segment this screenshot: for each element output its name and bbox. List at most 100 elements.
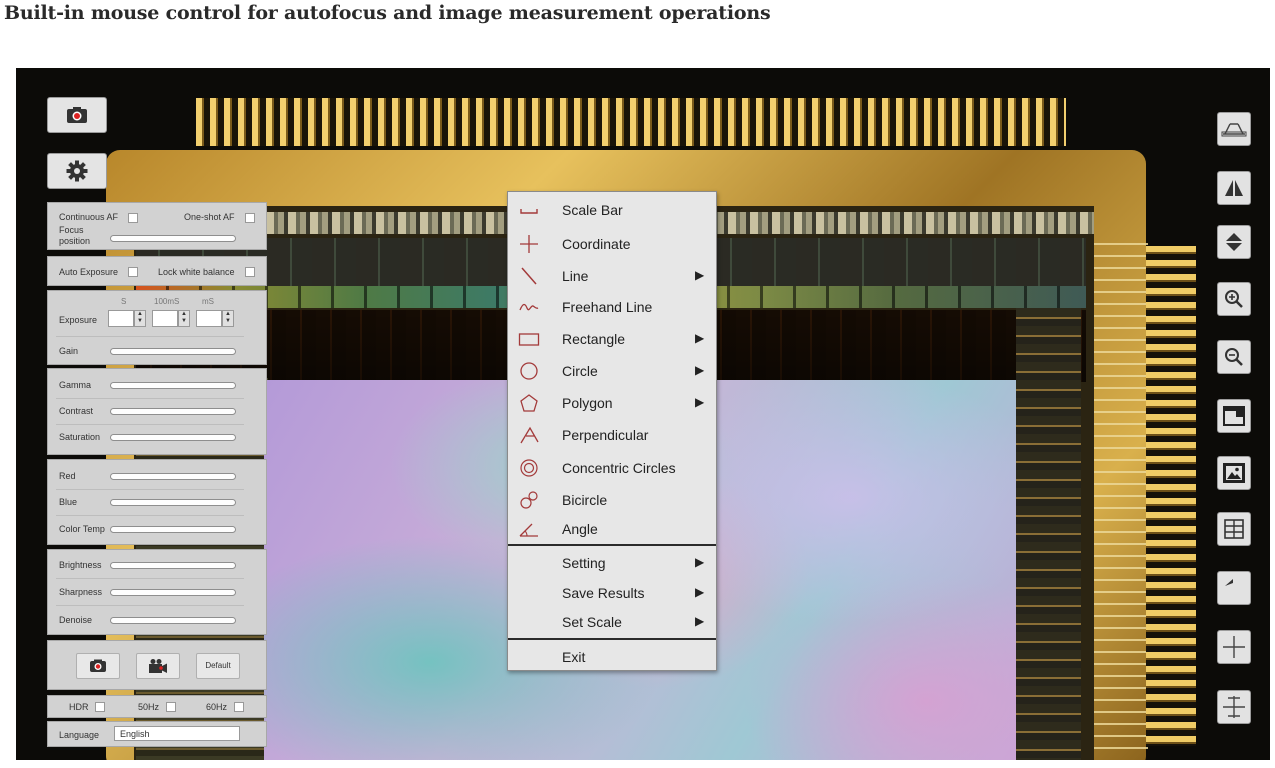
- blue-label: Blue: [59, 497, 78, 507]
- settings-button[interactable]: [47, 153, 107, 189]
- color-temp-label: Color Temp: [59, 524, 105, 534]
- window-button[interactable]: [1217, 399, 1251, 433]
- exposure-ms-input[interactable]: [196, 310, 222, 327]
- continuous-af-checkbox[interactable]: [128, 213, 138, 223]
- submenu-arrow: ▶: [695, 268, 705, 282]
- blue-slider[interactable]: [110, 499, 236, 506]
- exposure-ms-stepper[interactable]: ▲ ▼: [222, 310, 234, 327]
- red-slider[interactable]: [110, 473, 236, 480]
- sharpness-slider[interactable]: [110, 589, 236, 596]
- window-icon: [1223, 406, 1245, 426]
- grid-button[interactable]: [1217, 512, 1251, 546]
- exposure-100ms-input[interactable]: [152, 310, 178, 327]
- gain-label: Gain: [59, 346, 79, 356]
- exposure-seconds-input[interactable]: [108, 310, 134, 327]
- measurement-context-menu: Scale Bar Coordinate Line ▶ Freehand Lin…: [507, 191, 717, 671]
- menu-item-perpendicular[interactable]: Perpendicular: [508, 420, 716, 450]
- gamma-label: Gamma: [59, 380, 92, 390]
- scale-bar-icon: [520, 209, 538, 214]
- crosshair-center-button[interactable]: [1217, 690, 1251, 724]
- zoom-in-button[interactable]: [1217, 282, 1251, 316]
- camera-icon: [90, 659, 106, 672]
- brightness-slider[interactable]: [110, 562, 236, 569]
- focus-panel: Continuous AF One-shot AF Focus position: [47, 202, 267, 250]
- denoise-slider[interactable]: [110, 617, 236, 624]
- measure-icon: [1221, 123, 1247, 137]
- menu-item-angle[interactable]: Angle: [508, 514, 716, 544]
- measure-button[interactable]: [1217, 112, 1251, 146]
- menu-item-concentric-circles[interactable]: Concentric Circles: [508, 453, 716, 483]
- sharpness-label: Sharpness: [59, 587, 103, 597]
- image-icon: [1223, 463, 1245, 483]
- denoise-label: Denoise: [59, 615, 93, 625]
- language-select[interactable]: English: [114, 726, 240, 741]
- circle-icon: [520, 362, 538, 380]
- brightness-label: Brightness: [59, 560, 102, 570]
- language-panel: Language English: [47, 721, 267, 747]
- rectangle-icon: [518, 333, 540, 346]
- menu-separator: [508, 638, 716, 640]
- flip-vertical-button[interactable]: [1217, 225, 1251, 259]
- default-button[interactable]: Default: [196, 653, 240, 679]
- hdr-checkbox[interactable]: [95, 702, 105, 712]
- auto-exposure-checkbox[interactable]: [128, 267, 138, 277]
- undo-icon: [1225, 579, 1233, 586]
- flip-vertical-icon: [1226, 233, 1242, 251]
- hundred-ms-unit: 100mS: [154, 297, 180, 306]
- red-label: Red: [59, 471, 76, 481]
- menu-item-bicircle[interactable]: Bicircle: [508, 485, 716, 515]
- gamma-slider[interactable]: [110, 382, 236, 389]
- color-temp-slider[interactable]: [110, 526, 236, 533]
- submenu-arrow: ▶: [695, 614, 705, 628]
- menu-item-set-scale[interactable]: Set Scale ▶: [508, 607, 716, 637]
- focus-position-slider[interactable]: [110, 235, 236, 242]
- menu-item-coordinate[interactable]: Coordinate: [508, 229, 716, 259]
- submenu-arrow: ▶: [695, 363, 705, 377]
- 60hz-checkbox[interactable]: [234, 702, 244, 712]
- menu-item-save-results[interactable]: Save Results ▶: [508, 578, 716, 608]
- menu-item-circle[interactable]: Circle ▶: [508, 356, 716, 386]
- seconds-unit: S: [121, 297, 127, 306]
- menu-item-setting[interactable]: Setting ▶: [508, 548, 716, 578]
- exposure-mode-panel: Auto Exposure Lock white balance: [47, 256, 267, 286]
- undo-button[interactable]: [1217, 571, 1251, 605]
- zoom-out-button[interactable]: [1217, 340, 1251, 374]
- one-shot-af-checkbox[interactable]: [245, 213, 255, 223]
- 50hz-label: 50Hz: [138, 702, 160, 712]
- line-icon: [521, 267, 537, 285]
- concentric-circles-icon: [520, 459, 538, 477]
- exposure-100ms-stepper[interactable]: ▲ ▼: [178, 310, 190, 327]
- exposure-seconds-stepper[interactable]: ▲ ▼: [134, 310, 146, 327]
- color-panel: Red Blue Color Temp: [47, 459, 267, 545]
- submenu-arrow: ▶: [695, 395, 705, 409]
- 50hz-checkbox[interactable]: [166, 702, 176, 712]
- image-view-button[interactable]: [1217, 456, 1251, 490]
- grid-icon: [1224, 519, 1244, 539]
- capture-panel: Default: [47, 640, 267, 690]
- page-headline: Built-in mouse control for autofocus and…: [4, 2, 771, 24]
- lock-white-balance-label: Lock white balance: [158, 267, 235, 277]
- crosshair-button[interactable]: [1217, 630, 1251, 664]
- saturation-slider[interactable]: [110, 434, 236, 441]
- menu-item-exit[interactable]: Exit: [508, 645, 716, 675]
- microscope-viewer[interactable]: Continuous AF One-shot AF Focus position …: [16, 68, 1270, 760]
- submenu-arrow: ▶: [695, 555, 705, 569]
- capture-image-button[interactable]: [76, 653, 120, 679]
- crosshair-center-icon: [1223, 696, 1245, 718]
- contrast-slider[interactable]: [110, 408, 236, 415]
- menu-item-line[interactable]: Line ▶: [508, 261, 716, 291]
- snapshot-button[interactable]: [47, 97, 107, 133]
- record-video-button[interactable]: [136, 653, 180, 679]
- menu-item-polygon[interactable]: Polygon ▶: [508, 388, 716, 418]
- menu-item-scale-bar[interactable]: Scale Bar: [508, 195, 716, 225]
- lock-white-balance-checkbox[interactable]: [245, 267, 255, 277]
- saturation-label: Saturation: [59, 432, 101, 442]
- ms-unit: mS: [202, 297, 214, 306]
- flip-horizontal-button[interactable]: [1217, 171, 1251, 205]
- exposure-label: Exposure: [59, 315, 98, 325]
- polygon-icon: [520, 394, 538, 412]
- menu-item-rectangle[interactable]: Rectangle ▶: [508, 324, 716, 354]
- image-adjust-panel: Gamma Contrast Saturation: [47, 368, 267, 455]
- menu-item-freehand-line[interactable]: Freehand Line: [508, 292, 716, 322]
- gain-slider[interactable]: [110, 348, 236, 355]
